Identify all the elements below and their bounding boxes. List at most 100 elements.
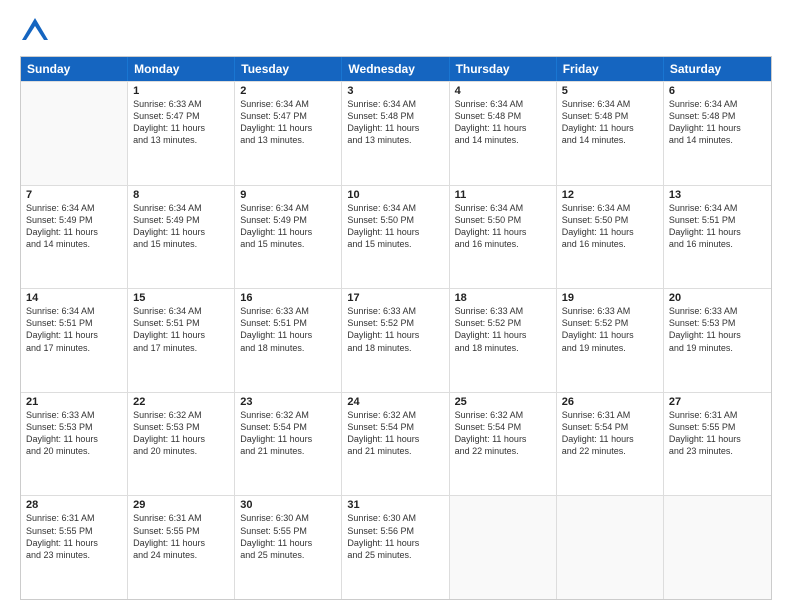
cell-line: Daylight: 11 hours [347, 537, 443, 549]
cell-line: and 25 minutes. [347, 549, 443, 561]
cell-line: and 17 minutes. [26, 342, 122, 354]
cell-line: and 19 minutes. [562, 342, 658, 354]
day-number: 29 [133, 499, 229, 511]
calendar-body: 1Sunrise: 6:33 AMSunset: 5:47 PMDaylight… [21, 81, 771, 599]
cell-line: Daylight: 11 hours [562, 329, 658, 341]
cell-line: Sunrise: 6:33 AM [133, 98, 229, 110]
cell-line: and 18 minutes. [455, 342, 551, 354]
calendar-cell: 26Sunrise: 6:31 AMSunset: 5:54 PMDayligh… [557, 393, 664, 496]
cell-line: Sunset: 5:47 PM [133, 110, 229, 122]
cell-line: and 24 minutes. [133, 549, 229, 561]
day-number: 1 [133, 85, 229, 97]
calendar-cell: 1Sunrise: 6:33 AMSunset: 5:47 PMDaylight… [128, 82, 235, 185]
header-day-tuesday: Tuesday [235, 57, 342, 81]
day-number: 9 [240, 189, 336, 201]
cell-line: and 17 minutes. [133, 342, 229, 354]
day-number: 31 [347, 499, 443, 511]
day-number: 24 [347, 396, 443, 408]
cell-line: Sunrise: 6:33 AM [26, 409, 122, 421]
calendar-cell: 2Sunrise: 6:34 AMSunset: 5:47 PMDaylight… [235, 82, 342, 185]
calendar-cell: 3Sunrise: 6:34 AMSunset: 5:48 PMDaylight… [342, 82, 449, 185]
cell-line: and 13 minutes. [347, 134, 443, 146]
cell-line: Daylight: 11 hours [455, 122, 551, 134]
calendar-cell: 7Sunrise: 6:34 AMSunset: 5:49 PMDaylight… [21, 186, 128, 289]
day-number: 23 [240, 396, 336, 408]
header-day-friday: Friday [557, 57, 664, 81]
calendar-cell: 6Sunrise: 6:34 AMSunset: 5:48 PMDaylight… [664, 82, 771, 185]
cell-line: Sunset: 5:51 PM [133, 317, 229, 329]
cell-line: Daylight: 11 hours [133, 537, 229, 549]
header [20, 16, 772, 46]
calendar-cell: 25Sunrise: 6:32 AMSunset: 5:54 PMDayligh… [450, 393, 557, 496]
cell-line: Daylight: 11 hours [26, 226, 122, 238]
day-number: 18 [455, 292, 551, 304]
cell-line: and 23 minutes. [26, 549, 122, 561]
cell-line: Sunrise: 6:33 AM [562, 305, 658, 317]
day-number: 15 [133, 292, 229, 304]
cell-line: and 23 minutes. [669, 445, 766, 457]
calendar-cell: 12Sunrise: 6:34 AMSunset: 5:50 PMDayligh… [557, 186, 664, 289]
day-number: 3 [347, 85, 443, 97]
cell-line: Daylight: 11 hours [562, 433, 658, 445]
cell-line: and 15 minutes. [133, 238, 229, 250]
cell-line: Daylight: 11 hours [26, 329, 122, 341]
day-number: 30 [240, 499, 336, 511]
cell-line: Daylight: 11 hours [669, 226, 766, 238]
cell-line: and 22 minutes. [562, 445, 658, 457]
cell-line: Daylight: 11 hours [133, 226, 229, 238]
day-number: 25 [455, 396, 551, 408]
calendar-cell: 16Sunrise: 6:33 AMSunset: 5:51 PMDayligh… [235, 289, 342, 392]
cell-line: and 25 minutes. [240, 549, 336, 561]
cell-line: and 15 minutes. [347, 238, 443, 250]
cell-line: Daylight: 11 hours [455, 329, 551, 341]
cell-line: Sunset: 5:48 PM [455, 110, 551, 122]
cell-line: and 14 minutes. [455, 134, 551, 146]
cell-line: Sunset: 5:50 PM [562, 214, 658, 226]
day-number: 12 [562, 189, 658, 201]
cell-line: Daylight: 11 hours [455, 226, 551, 238]
calendar-header: SundayMondayTuesdayWednesdayThursdayFrid… [21, 57, 771, 81]
header-day-wednesday: Wednesday [342, 57, 449, 81]
cell-line: Daylight: 11 hours [133, 329, 229, 341]
cell-line: Sunrise: 6:34 AM [347, 98, 443, 110]
cell-line: Daylight: 11 hours [133, 433, 229, 445]
calendar-cell: 30Sunrise: 6:30 AMSunset: 5:55 PMDayligh… [235, 496, 342, 599]
cell-line: Sunset: 5:52 PM [455, 317, 551, 329]
calendar: SundayMondayTuesdayWednesdayThursdayFrid… [20, 56, 772, 600]
header-day-saturday: Saturday [664, 57, 771, 81]
cell-line: and 16 minutes. [669, 238, 766, 250]
cell-line: and 13 minutes. [133, 134, 229, 146]
calendar-cell [664, 496, 771, 599]
day-number: 22 [133, 396, 229, 408]
logo [20, 16, 54, 46]
calendar-cell [450, 496, 557, 599]
day-number: 13 [669, 189, 766, 201]
cell-line: Sunset: 5:54 PM [240, 421, 336, 433]
cell-line: Sunset: 5:49 PM [26, 214, 122, 226]
cell-line: Daylight: 11 hours [347, 226, 443, 238]
calendar-cell: 4Sunrise: 6:34 AMSunset: 5:48 PMDaylight… [450, 82, 557, 185]
cell-line: and 22 minutes. [455, 445, 551, 457]
cell-line: Sunset: 5:55 PM [669, 421, 766, 433]
cell-line: and 16 minutes. [562, 238, 658, 250]
cell-line: Sunrise: 6:32 AM [455, 409, 551, 421]
cell-line: Daylight: 11 hours [26, 433, 122, 445]
cell-line: and 18 minutes. [347, 342, 443, 354]
cell-line: Daylight: 11 hours [562, 226, 658, 238]
cell-line: Sunrise: 6:32 AM [347, 409, 443, 421]
calendar-cell: 21Sunrise: 6:33 AMSunset: 5:53 PMDayligh… [21, 393, 128, 496]
cell-line: Sunset: 5:54 PM [347, 421, 443, 433]
cell-line: Daylight: 11 hours [562, 122, 658, 134]
cell-line: and 15 minutes. [240, 238, 336, 250]
cell-line: and 14 minutes. [669, 134, 766, 146]
calendar-cell [21, 82, 128, 185]
calendar-row: 21Sunrise: 6:33 AMSunset: 5:53 PMDayligh… [21, 392, 771, 496]
calendar-cell: 11Sunrise: 6:34 AMSunset: 5:50 PMDayligh… [450, 186, 557, 289]
cell-line: Daylight: 11 hours [240, 537, 336, 549]
calendar-row: 1Sunrise: 6:33 AMSunset: 5:47 PM Daylight… [21, 81, 771, 185]
cell-line: Sunrise: 6:34 AM [26, 202, 122, 214]
day-number: 21 [26, 396, 122, 408]
day-number: 4 [455, 85, 551, 97]
cell-line: Sunrise: 6:34 AM [240, 98, 336, 110]
cell-line: Sunrise: 6:34 AM [26, 305, 122, 317]
